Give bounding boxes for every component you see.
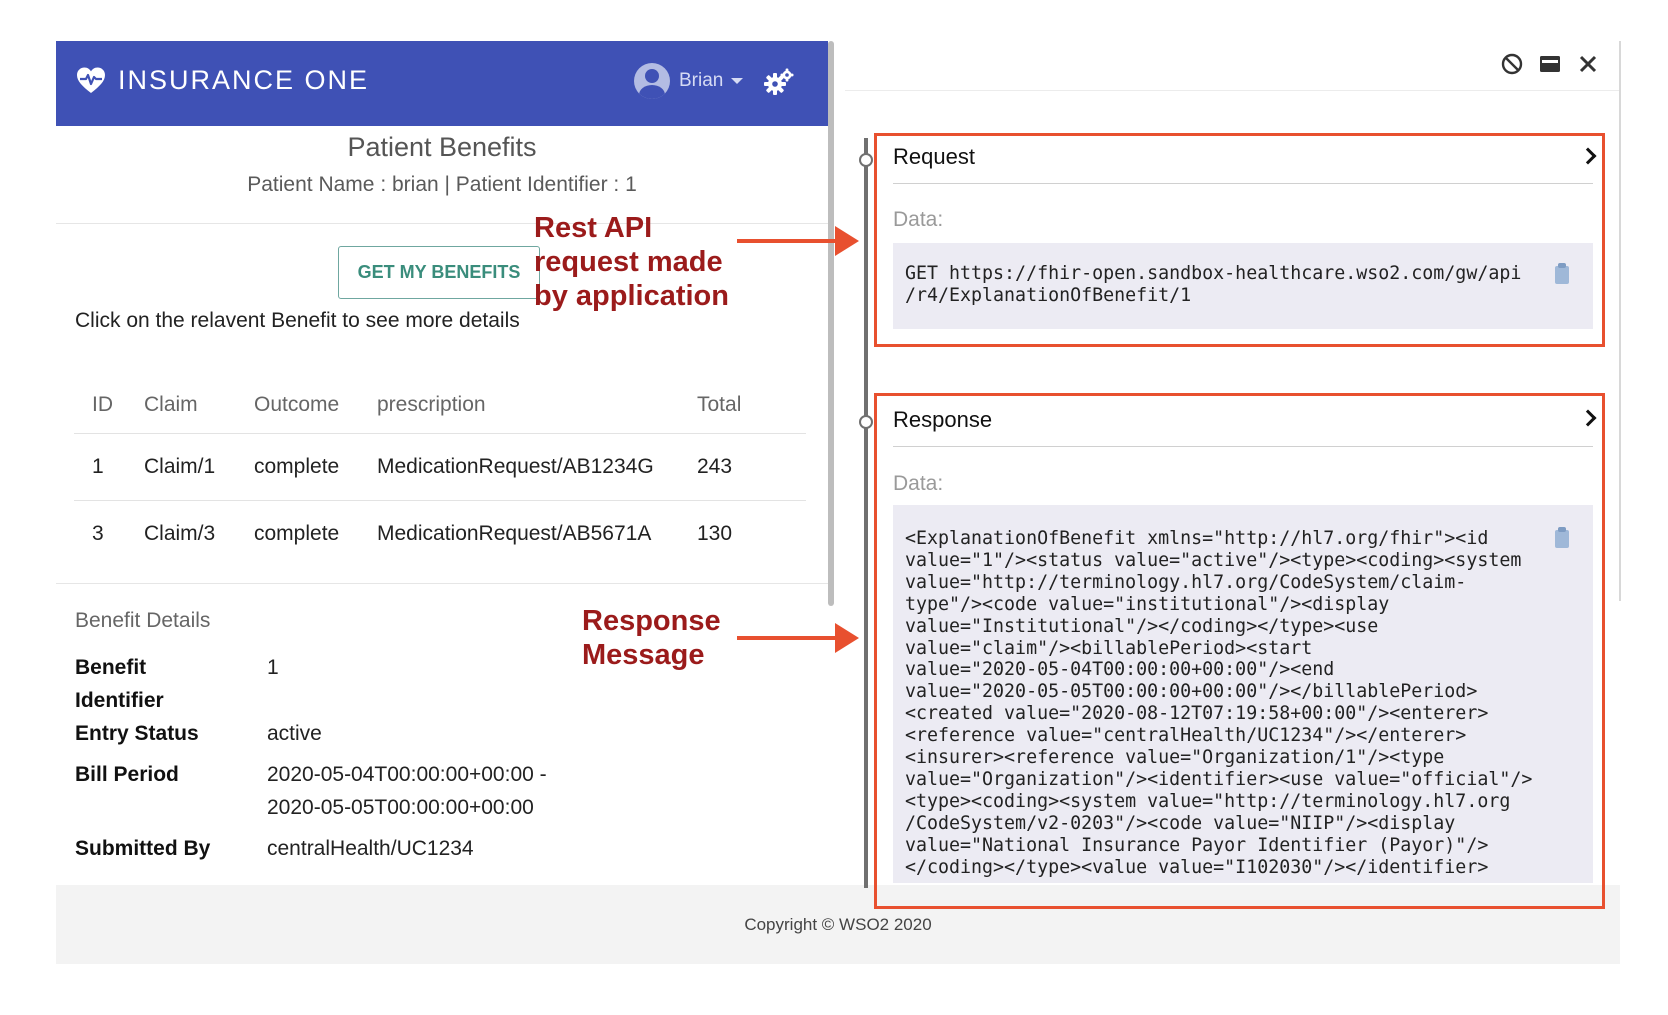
table-row[interactable]: 3 Claim/3 complete MedicationRequest/AB5… [74,500,806,567]
benefit-hint: Click on the relavent Benefit to see mor… [75,309,520,332]
app-header: INSURANCE ONE Brian [56,41,828,126]
annotation-line: Message [582,639,705,671]
column-header-outcome: Outcome [236,377,359,434]
user-avatar-icon [634,63,670,99]
column-header-prescription: prescription [359,377,679,434]
settings-gears-icon[interactable] [764,67,794,97]
annotation-line: by application [534,280,729,312]
user-menu[interactable]: Brian [634,63,744,99]
annotation-line: request made [534,246,723,278]
annotation-line: Rest API [534,212,653,244]
timeline-dot [859,153,873,167]
insurance-app: INSURANCE ONE Brian Patient Benefits Pat… [56,41,828,887]
cell-total: 243 [679,433,806,501]
caret-down-icon [731,78,744,84]
annotation-response: Response Message [582,604,721,672]
benefit-details-title: Benefit Details [75,609,211,632]
annotation-line: Response [582,605,721,637]
annotation-arrow-request [737,226,859,256]
annotation-arrow-response [737,623,859,653]
benefits-table: ID Claim Outcome prescription Total 1 Cl… [74,377,806,567]
detail-value: 2020-05-04T00:00:00+00:00 - [267,763,547,786]
table-header-row: ID Claim Outcome prescription Total [74,377,806,434]
clear-icon[interactable] [1500,52,1524,76]
panel-scrollbar[interactable] [1619,41,1621,601]
cell-claim: Claim/3 [144,521,216,545]
cell-prescription: MedicationRequest/AB1234G [359,433,679,501]
panel-divider [845,90,1620,91]
request-highlight-box [874,133,1605,347]
detail-value: 1 [267,656,279,679]
cell-id: 3 [92,521,104,545]
timeline-dot [859,415,873,429]
annotation-request: Rest API request made by application [534,211,729,313]
detail-label: Bill Period [75,763,179,786]
cell-prescription: MedicationRequest/AB5671A [377,521,652,545]
divider [56,583,828,584]
detail-value: active [267,722,322,745]
heart-pulse-icon [77,67,105,93]
page-title: Patient Benefits [347,132,537,162]
cell-outcome: complete [236,433,359,501]
column-header-id: ID [74,377,126,434]
detail-label: Entry Status [75,722,199,745]
column-header-claim: Claim [126,377,236,434]
column-header-total: Total [679,377,806,434]
detail-value: 2020-05-05T00:00:00+00:00 [267,796,534,819]
cell-total: 130 [697,521,733,545]
cell-claim: Claim/1 [126,433,236,501]
app-scrollbar[interactable] [828,41,834,606]
close-icon[interactable] [1576,52,1600,76]
brand-name: INSURANCE ONE [118,65,370,95]
detail-label: Submitted By [75,837,211,860]
detail-value: centralHealth/UC1234 [267,837,474,860]
timeline-line [864,138,868,888]
brand[interactable]: INSURANCE ONE [76,65,369,96]
table-row[interactable]: 1 Claim/1 complete MedicationRequest/AB1… [74,433,806,501]
detail-label: Benefit Identifier [75,656,164,712]
panel-toolbar [1500,52,1600,76]
patient-info: Patient Name : brian | Patient Identifie… [247,173,637,196]
user-name: Brian [679,70,724,91]
response-highlight-box [874,393,1605,909]
cell-outcome: complete [254,521,340,545]
minimize-icon[interactable] [1538,52,1562,76]
cell-id: 1 [74,433,126,501]
get-my-benefits-button[interactable]: GET MY BENEFITS [338,246,540,299]
